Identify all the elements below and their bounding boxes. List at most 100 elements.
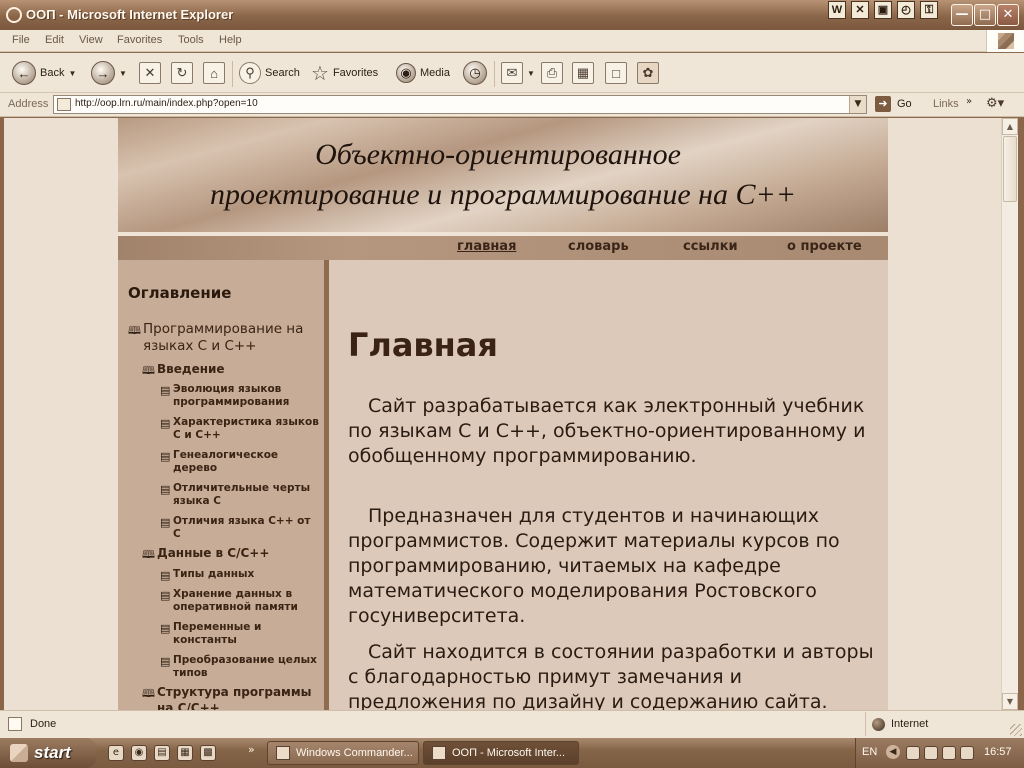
quicklaunch-desktop-icon[interactable]: ▦ [177,745,193,761]
book-icon: 🕮 [128,324,141,337]
vertical-scrollbar[interactable]: ▲ ▼ [1001,118,1018,710]
forward-dropdown-icon[interactable]: ▼ [119,69,127,78]
language-indicator[interactable]: EN [862,746,877,758]
system-tray: EN ◀ 16:57 [855,738,1024,768]
quicklaunch-chevron-icon[interactable]: » [248,743,255,756]
back-dropdown-icon[interactable]: ▼ [68,69,76,78]
toc-item-variables[interactable]: ▤ Переменные и константы [160,621,320,647]
media-button[interactable]: ◉ Media [396,59,450,87]
links-chevron-icon[interactable]: » [966,96,972,107]
maximize-button[interactable]: □ [974,4,996,26]
nav-link-links[interactable]: ссылки [683,239,738,254]
scroll-down-icon[interactable]: ▼ [1002,693,1018,710]
forward-arrow-icon: → [91,61,115,85]
toc-item-label: Хранение данных в оперативной памяти [173,588,298,613]
toolbar-addon-icon[interactable]: ⚙▾ [986,96,1004,111]
mail-button[interactable]: ✉ ▼ [501,59,535,87]
toc-item-label: Типы данных [173,568,255,580]
toc-item-evolution[interactable]: ▤ Эволюция языков программирования [160,383,320,409]
quicklaunch-extra-icon[interactable]: ▩ [200,745,216,761]
stop-button[interactable]: ✕ [139,59,161,87]
status-bar: Done Internet [0,710,1024,738]
toc-item-data-types[interactable]: ▤ Типы данных [160,568,320,582]
discuss-icon: □ [605,62,627,84]
tray-app-icon[interactable] [924,746,938,760]
zone-label: Internet [891,718,929,730]
print-button[interactable]: ⎙ [541,59,563,87]
scroll-thumb[interactable] [1003,136,1017,202]
toc-item-characteristics[interactable]: ▤ Характеристика языков С и С++ [160,416,320,442]
menu-help[interactable]: Help [219,34,242,46]
toc-item-programming[interactable]: 🕮 Программирование на языках С и С++ [128,321,318,355]
search-button[interactable]: ⚲ Search [239,59,300,87]
banner-title-line-1: Объектно-ориентированное [315,138,681,171]
tray-volume-icon[interactable] [960,746,974,760]
edit-page-icon: ▦ [572,62,594,84]
home-button[interactable]: ⌂ [203,59,225,87]
messenger-button[interactable]: ✿ [637,59,659,87]
excel-icon[interactable]: ✕ [851,1,869,19]
quicklaunch-explorer-icon[interactable]: ▤ [154,745,170,761]
page-icon [57,98,71,111]
print-icon: ⎙ [541,62,563,84]
ie-task-icon [432,746,446,760]
intro-paragraph-1: Сайт разрабатывается как электронный уче… [348,395,866,467]
menu-edit[interactable]: Edit [45,34,64,46]
scroll-up-icon[interactable]: ▲ [1002,118,1018,135]
history-icon: ◷ [463,61,487,85]
minimize-button[interactable]: — [951,4,973,26]
forward-button[interactable]: → ▼ [91,59,127,87]
menu-file[interactable]: File [12,34,30,46]
menu-favorites[interactable]: Favorites [117,34,162,46]
history-button[interactable]: ◷ [463,59,487,87]
quicklaunch-ie-icon[interactable]: e [108,745,124,761]
tray-expand-icon[interactable]: ◀ [886,745,900,759]
address-bar: Address http://oop.lrn.ru/main/index.php… [0,93,1024,117]
ie-app-icon[interactable] [6,7,22,23]
go-button[interactable]: ➜ Go [875,96,912,112]
menu-tools[interactable]: Tools [178,34,204,46]
banner-title-line-2: проектирование и программирование на С++ [209,178,797,211]
start-button[interactable]: start [0,738,97,768]
page-icon: ▤ [160,384,171,397]
toc-item-program-structure[interactable]: 🕮 Структура программы на С/С++ [142,684,322,710]
toc-item-data[interactable]: 🕮 Данные в С/С++ [142,545,322,561]
nav-link-home[interactable]: главная [457,239,516,254]
task-windows-commander[interactable]: Windows Commander... [267,741,419,765]
links-button[interactable]: Links [933,98,959,110]
address-input[interactable]: http://oop.lrn.ru/main/index.php?open=10… [53,95,867,114]
app-icon-3[interactable]: ▣ [874,1,892,19]
word-icon[interactable]: W [828,1,846,19]
address-url[interactable]: http://oop.lrn.ru/main/index.php?open=10 [75,98,258,109]
toc-item-c-features[interactable]: ▤ Отличительные черты языка С [160,482,320,508]
toc-item-intro[interactable]: 🕮 Введение [142,361,322,377]
back-button[interactable]: ← Back ▼ [12,59,76,87]
app-icon-4[interactable]: ◴ [897,1,915,19]
favorites-button[interactable]: ☆ Favorites [311,59,378,87]
mail-dropdown-icon[interactable]: ▼ [527,69,535,78]
menu-view[interactable]: View [79,34,103,46]
close-button[interactable]: ✕ [997,4,1019,26]
toc-item-label: Генеалогическое дерево [173,449,279,474]
discuss-button[interactable]: □ [605,59,627,87]
quicklaunch-app-icon[interactable]: ◉ [131,745,147,761]
edit-button[interactable]: ▦ [572,59,594,87]
book-icon: 🕮 [142,548,155,561]
site-banner: Объектно-ориентированное проектирование … [118,118,888,236]
resize-grip[interactable] [1010,724,1022,736]
toc-item-memory[interactable]: ▤ Хранение данных в оперативной памяти [160,588,320,614]
app-icon-5[interactable]: ⚿ [920,1,938,19]
refresh-button[interactable]: ↻ [171,59,193,87]
tray-network-icon[interactable] [906,746,920,760]
media-icon: ◉ [396,63,416,83]
address-label: Address [8,98,49,110]
toc-item-cpp-differences[interactable]: ▤ Отличия языка С++ от С [160,515,320,541]
nav-link-glossary[interactable]: словарь [568,239,629,254]
nav-link-about[interactable]: о проекте [787,239,862,254]
task-internet-explorer[interactable]: ООП - Microsoft Inter... [423,741,579,765]
windows-flag-icon [986,30,1024,52]
toc-item-genealogy[interactable]: ▤ Генеалогическое дерево [160,449,320,475]
address-dropdown-icon[interactable]: ▼ [849,96,866,113]
tray-mail-icon[interactable] [942,746,956,760]
toc-item-int-conversion[interactable]: ▤ Преобразование целых типов [160,654,320,680]
